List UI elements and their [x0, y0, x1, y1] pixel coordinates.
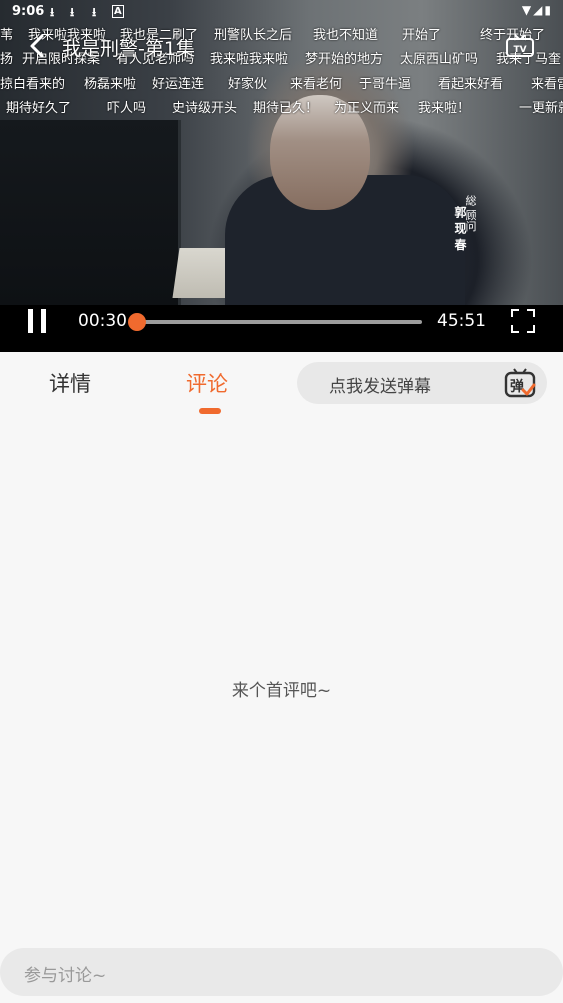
wifi-icon: ▼ [521, 3, 534, 17]
danmaku-item: 看起来好看 [438, 77, 504, 92]
danmaku-row: 掠白看来的 杨磊来啦 好运连连 好家伙 来看老何 于哥牛逼 看起来好看 来看雷 [0, 73, 563, 95]
danmaku-item: 吓人吗 [107, 101, 147, 116]
status-bar: 9:06 ⭳ ⭳ ⭳ A ▼◢▮ [0, 0, 563, 24]
danmaku-item: 好运连连 [152, 77, 205, 92]
danmaku-item: 我来啦！ [418, 101, 471, 116]
status-icons: ▼◢▮ [522, 3, 553, 17]
danmaku-icon: 弹 [504, 368, 536, 398]
status-time: 9:06 [12, 4, 45, 19]
download-icon: ⭳ [50, 5, 55, 19]
download-icon: ⭳ [70, 5, 75, 19]
tab-details[interactable]: 详情 [49, 368, 91, 398]
tv-cast-icon[interactable]: TV [505, 34, 535, 58]
svg-text:弹: 弹 [510, 378, 524, 395]
battery-icon: ▮ [544, 3, 553, 17]
danmaku-item: 来看老何 [290, 77, 343, 92]
active-tab-indicator [199, 408, 221, 414]
pause-button[interactable] [28, 309, 50, 333]
player-title-bar: 我是刑警-第1集 TV [0, 30, 563, 64]
fullscreen-icon[interactable] [511, 309, 535, 333]
pause-icon-bar [41, 309, 46, 333]
danmaku-item: 杨磊来啦 [84, 77, 137, 92]
a-notification-icon: A [112, 5, 124, 18]
signal-icon: ◢ [533, 3, 545, 17]
progress-thumb[interactable] [128, 313, 147, 331]
pause-icon [28, 309, 33, 333]
content-tabs: 详情 评论 点我发送弹幕 弹 [0, 352, 563, 418]
svg-text:TV: TV [513, 45, 526, 55]
danmaku-item: 史诗级开头 [172, 101, 238, 116]
current-time: 00:30 [78, 311, 127, 331]
empty-comments-text: 来个首评吧~ [231, 681, 332, 701]
back-arrow-icon[interactable] [24, 32, 52, 60]
comment-input-placeholder: 参与讨论~ [24, 966, 107, 986]
danmaku-item: 一更新就 [519, 101, 563, 116]
send-danmaku-button[interactable]: 点我发送弹幕 弹 [297, 362, 547, 404]
video-caption-name: 郭 现 春 [453, 206, 467, 251]
progress-slider[interactable] [128, 313, 422, 331]
player-controls: 00:30 45:51 [0, 305, 563, 352]
video-title: 我是刑警-第1集 [62, 38, 195, 60]
danmaku-item: 好家伙 [228, 77, 268, 92]
video-player[interactable]: 総 顾问 郭 现 春 9:06 ⭳ ⭳ ⭳ A ▼◢▮ 苇 我来啦我来啦 我也是… [0, 0, 563, 352]
download-icon: ⭳ [92, 5, 97, 19]
danmaku-item: 掠白看来的 [0, 77, 66, 92]
danmaku-item: 为正义而来 [334, 101, 400, 116]
danmaku-item: 期待已久！ [253, 101, 319, 116]
send-danmaku-label: 点我发送弹幕 [329, 377, 431, 397]
danmaku-row: 期待好久了 吓人吗 史诗级开头 期待已久！ 为正义而来 我来啦！ 一更新就 [0, 97, 563, 119]
video-monitor-shape [0, 120, 181, 305]
danmaku-item: 来看雷 [531, 77, 563, 92]
danmaku-item: 期待好久了 [6, 101, 72, 116]
danmaku-item: 于哥牛逼 [359, 77, 412, 92]
total-time: 45:51 [437, 311, 486, 331]
comment-input[interactable]: 参与讨论~ [0, 948, 563, 996]
tab-comments[interactable]: 评论 [186, 368, 228, 398]
